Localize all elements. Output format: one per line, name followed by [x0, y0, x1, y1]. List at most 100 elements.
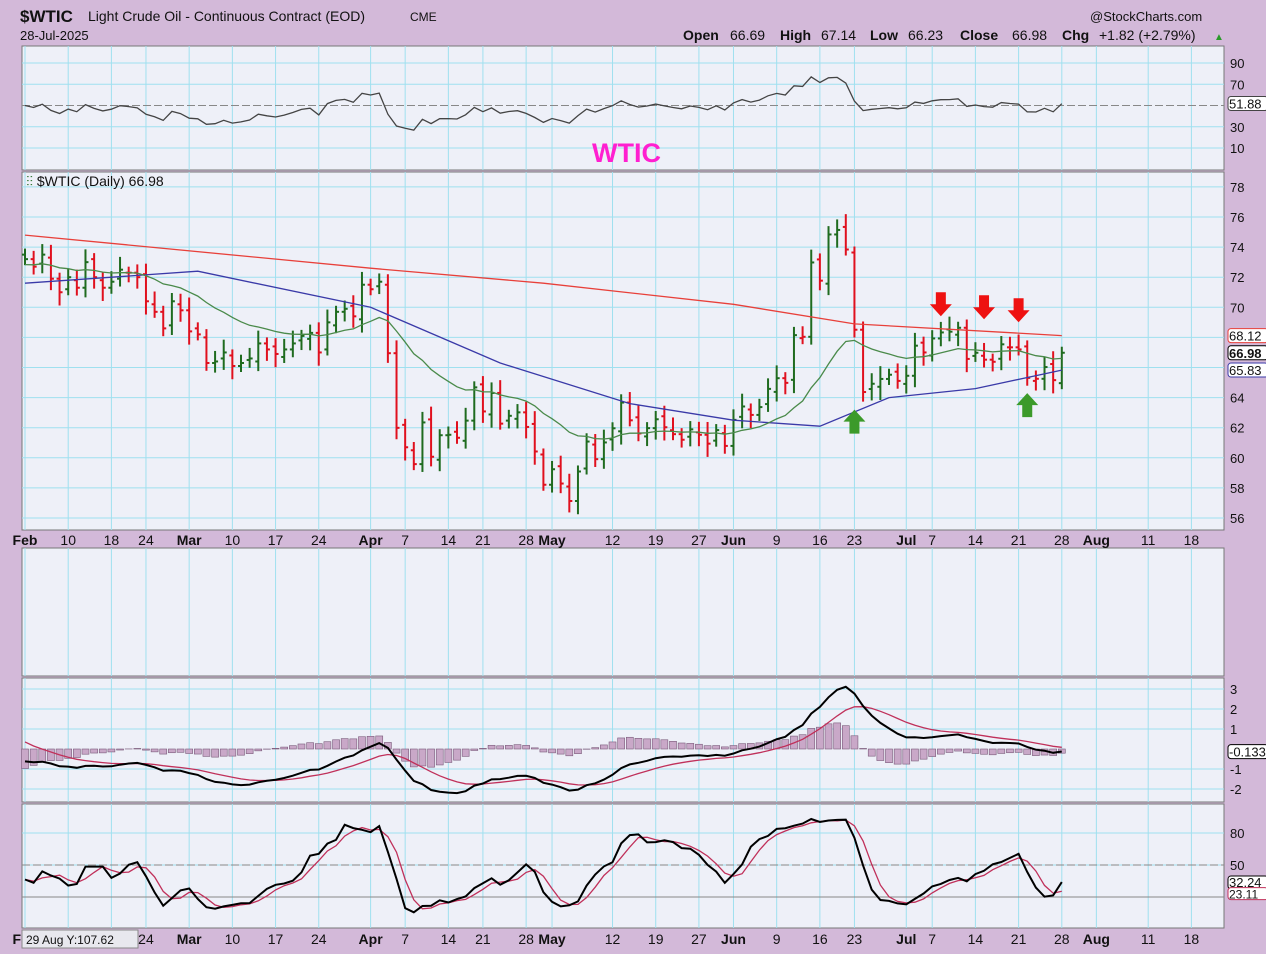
macd-histogram-bar [928, 748, 937, 757]
x-tick-label: 10 [60, 532, 76, 548]
x-tick-label: May [538, 931, 565, 947]
macd-histogram-bar [781, 739, 790, 750]
x-tick-label: 21 [1011, 532, 1027, 548]
rsi-value-label: 51.88 [1229, 97, 1262, 112]
x-tick-label: 12 [605, 931, 621, 947]
macd-histogram-bar [919, 748, 928, 760]
x-tick-label: Jul [896, 931, 916, 947]
macd-histogram-bar [427, 748, 435, 768]
macd-histogram-bar [496, 745, 505, 750]
high-value: 67.14 [821, 27, 856, 43]
macd-histogram-bar [1014, 748, 1023, 753]
macd-histogram-bar [487, 744, 496, 750]
macd-histogram-bar [997, 748, 1006, 754]
macd-histogram-bar [937, 748, 945, 755]
macd-histogram-bar [548, 748, 556, 754]
macd-histogram-bar [228, 748, 237, 757]
macd-histogram-bar [219, 748, 228, 757]
x-tick-label: 7 [928, 931, 936, 947]
macd-histogram-bar [556, 748, 565, 755]
macd-histogram-bar [522, 745, 530, 750]
exchange: CME [410, 10, 437, 24]
x-tick-label: 27 [691, 532, 707, 548]
blank-panel [21, 547, 1225, 677]
rsi-tick-label: 70 [1230, 77, 1244, 92]
macd-histogram-bar [81, 748, 90, 755]
macd-histogram-bar [703, 745, 712, 750]
low-value: 66.23 [908, 27, 943, 43]
macd-histogram-bar [470, 748, 479, 751]
low-label: Low [870, 27, 898, 43]
macd-histogram-bar [530, 747, 539, 750]
x-tick-label: 11 [1141, 931, 1156, 947]
macd-histogram-bar [954, 748, 962, 752]
macd-histogram-bar [712, 745, 721, 750]
macd-histogram-bar [211, 748, 219, 758]
x-tick-label: 27 [691, 931, 707, 947]
macd-histogram-bar [850, 735, 859, 750]
macd-histogram-bar [142, 748, 150, 751]
price-tick-label: 72 [1230, 270, 1244, 285]
x-tick-label: Aug [1083, 532, 1110, 548]
macd-histogram-bar [625, 736, 634, 750]
x-tick-label: Apr [359, 931, 384, 947]
macd-histogram-bar [323, 741, 332, 750]
macd-histogram-bar [945, 748, 954, 753]
stock-chart: FebFeb101018182424MarMar101017172424AprA… [13, 7, 1266, 949]
x-tick-label: 7 [928, 532, 936, 548]
x-tick-label: 24 [138, 931, 154, 947]
macd-histogram-bar [695, 743, 703, 750]
open-label: Open [683, 27, 719, 43]
close-value-label: 66.98 [1229, 346, 1262, 361]
macd-histogram-bar [194, 748, 202, 755]
macd-histogram-bar [21, 748, 29, 769]
macd-histogram-bar [721, 746, 729, 750]
macd-histogram-bar [168, 748, 176, 754]
macd-histogram-bar [608, 741, 617, 750]
macd-tick-label: -2 [1230, 782, 1242, 797]
macd-histogram-bar [159, 748, 168, 755]
x-tick-label: 9 [773, 532, 781, 548]
macd-histogram-bar [513, 744, 522, 750]
x-tick-label: Mar [177, 532, 202, 548]
macd-histogram-bar [867, 748, 876, 757]
macd-histogram-bar [971, 748, 980, 754]
macd-histogram-bar [902, 748, 911, 765]
x-tick-label: Mar [177, 931, 202, 947]
x-tick-label: 24 [138, 532, 154, 548]
x-tick-label: 17 [268, 532, 284, 548]
macd-histogram-bar [271, 747, 280, 750]
macd-histogram-bar [392, 748, 401, 754]
macd-histogram-bar [962, 748, 971, 754]
x-tick-label: 28 [518, 532, 534, 548]
chg-value: +1.82 (+2.79%) [1099, 27, 1196, 43]
macd-histogram-bar [332, 739, 340, 750]
x-tick-label: 24 [311, 931, 327, 947]
macd-histogram-bar [349, 738, 358, 750]
macd-histogram-bar [289, 745, 297, 750]
macd-histogram-bar [876, 748, 885, 761]
hover-readout: 29 Aug Y:107.62 [26, 933, 114, 947]
x-tick-label: 21 [475, 931, 491, 947]
macd-histogram-bar [539, 748, 548, 753]
x-tick-label: 19 [648, 931, 664, 947]
macd-histogram-bar [634, 738, 643, 750]
price-tick-label: 78 [1230, 180, 1244, 195]
macd-histogram-bar [254, 748, 263, 752]
macd-histogram-bar [306, 742, 314, 750]
chart-date: 28-Jul-2025 [20, 28, 89, 43]
instrument-name: Light Crude Oil - Continuous Contract (E… [88, 8, 365, 24]
macd-histogram-bar [150, 748, 159, 753]
x-tick-label: 11 [1141, 532, 1156, 548]
price-tick-label: 60 [1230, 451, 1244, 466]
open-value: 66.69 [730, 27, 765, 43]
macd-histogram-bar [505, 745, 513, 750]
macd-tick-label: -1 [1230, 762, 1242, 777]
macd-histogram-bar [418, 748, 427, 767]
macd-tick-label: 3 [1230, 682, 1237, 697]
x-tick-label: 10 [225, 931, 241, 947]
macd-histogram-bar [245, 748, 254, 754]
price-legend: ⫶⫶ $WTIC (Daily) 66.98 [26, 173, 164, 189]
macd-histogram-bar [90, 748, 98, 754]
macd-histogram-bar [358, 736, 366, 750]
